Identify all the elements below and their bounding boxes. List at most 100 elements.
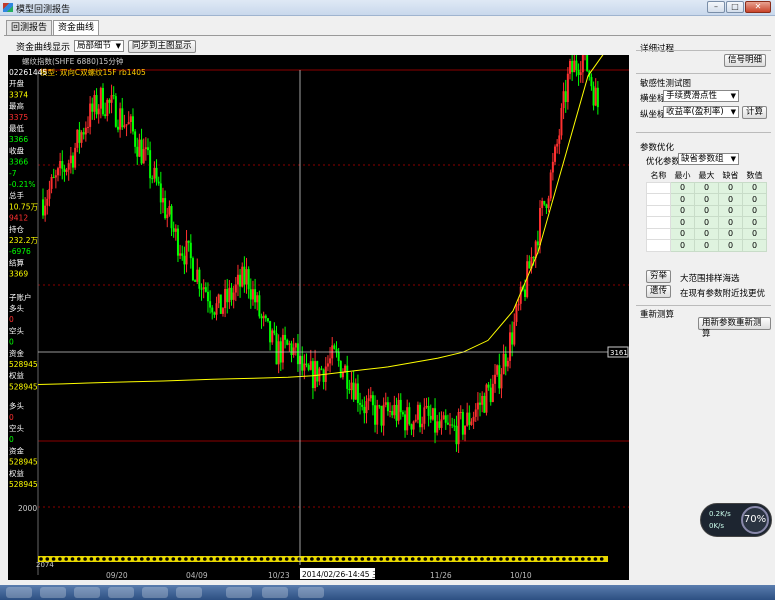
app-icon (3, 3, 13, 12)
candle-body (264, 315, 267, 319)
candle-body (320, 368, 323, 370)
table-cell[interactable] (646, 193, 671, 206)
table-cell[interactable]: 0 (718, 216, 743, 229)
genetic-button[interactable]: 遗传 (646, 285, 672, 298)
table-cell[interactable] (646, 181, 671, 194)
table-row[interactable]: 0000 (646, 216, 767, 229)
table-cell[interactable]: 0 (742, 227, 767, 240)
signal-marker (247, 557, 251, 561)
sync-to-main-chart-button[interactable]: 同步到主图显示 (128, 39, 196, 53)
table-cell[interactable]: 0 (718, 227, 743, 240)
table-header: 最小 (674, 171, 691, 181)
candle-body (404, 414, 407, 431)
signal-marker (455, 557, 459, 561)
signal-marker (360, 557, 365, 561)
taskbar-item[interactable] (176, 587, 202, 598)
table-cell[interactable]: 0 (742, 181, 767, 194)
candle-body (397, 399, 400, 421)
signal-detail-button[interactable]: 信号明细 (724, 54, 767, 67)
minimize-button[interactable]: – (707, 1, 725, 13)
table-row[interactable]: 0000 (646, 227, 767, 240)
table-cell[interactable]: 0 (694, 193, 719, 206)
optimize-param-select[interactable]: 缺省参数组 ▼ (678, 153, 739, 165)
info-panel-text: -6976 (9, 247, 31, 256)
table-cell[interactable] (646, 239, 671, 252)
xaxis-select[interactable]: 手续费滑点性 ▼ (663, 90, 739, 102)
x-tick-label: 10/10 (510, 571, 532, 580)
table-cell[interactable]: 0 (694, 204, 719, 217)
signal-marker (335, 557, 339, 561)
table-cell[interactable]: 0 (718, 239, 743, 252)
table-cell[interactable]: 0 (742, 216, 767, 229)
candle-body (176, 228, 179, 256)
maximize-button[interactable]: □ (726, 1, 744, 13)
table-row[interactable]: 0000 (646, 193, 767, 206)
signal-marker (581, 557, 585, 561)
table-cell[interactable]: 0 (694, 227, 719, 240)
equity-chart[interactable]: 螺纹指数(SHFE 6880)15分钟 模型: 双向C双螺纹15F rb1405 … (8, 55, 629, 580)
recalc-button[interactable]: 用新参数重新测算 (698, 317, 771, 339)
candle-body (131, 116, 134, 132)
signal-marker (215, 557, 220, 561)
candle-body (99, 87, 102, 109)
yaxis-select[interactable]: 收益率(盈利率) ▼ (663, 106, 739, 118)
candle-body (344, 365, 347, 373)
table-cell[interactable]: 0 (718, 204, 743, 217)
signal-marker (51, 557, 56, 561)
table-row[interactable]: 0000 (646, 181, 767, 194)
signal-marker (568, 557, 572, 561)
signal-marker (574, 557, 579, 561)
table-cell[interactable]: 0 (694, 181, 719, 194)
table-cell[interactable]: 0 (742, 239, 767, 252)
info-panel-text: 0 (9, 315, 14, 324)
candle-body (305, 363, 308, 366)
table-row[interactable]: 0000 (646, 239, 767, 252)
table-cell[interactable] (646, 216, 671, 229)
table-cell[interactable]: 0 (694, 216, 719, 229)
network-speed-widget[interactable]: 0.2K/s 0K/s 70% (700, 503, 772, 537)
candle-body (151, 178, 154, 180)
calculate-button[interactable]: 计算 (742, 106, 768, 119)
table-cell[interactable]: 0 (718, 193, 743, 206)
info-panel-text: 528945 (9, 458, 38, 467)
table-cell[interactable]: 0 (670, 204, 695, 217)
taskbar-item[interactable] (298, 587, 324, 598)
table-cell[interactable] (646, 204, 671, 217)
table-cell[interactable]: 0 (742, 193, 767, 206)
table-cell[interactable]: 0 (742, 204, 767, 217)
table-cell[interactable]: 0 (670, 216, 695, 229)
candle-body (196, 269, 199, 282)
taskbar-item[interactable] (142, 587, 168, 598)
taskbar-item[interactable] (262, 587, 288, 598)
table-cell[interactable]: 0 (670, 193, 695, 206)
candle-body (391, 411, 394, 416)
exhaustive-button[interactable]: 穷举 (646, 270, 672, 283)
table-cell[interactable]: 0 (670, 227, 695, 240)
candle-body (294, 343, 297, 348)
table-cell[interactable]: 0 (670, 181, 695, 194)
tab-equity-curve[interactable]: 资金曲线 (53, 20, 100, 36)
candle-body (206, 291, 209, 302)
table-cell[interactable]: 0 (694, 239, 719, 252)
candle-body (303, 363, 306, 371)
info-panel-text: 3374 (9, 90, 28, 99)
table-row[interactable]: 0000 (646, 204, 767, 217)
start-button[interactable] (6, 587, 32, 598)
taskbar-item[interactable] (226, 587, 252, 598)
candle-body (170, 206, 173, 229)
display-mode-select[interactable]: 局部细节 ▼ (74, 40, 125, 52)
table-cell[interactable]: 0 (718, 181, 743, 194)
signal-marker (524, 557, 528, 561)
taskbar-item[interactable] (40, 587, 66, 598)
candle-body (575, 60, 578, 70)
candle-body (236, 274, 239, 285)
taskbar-item[interactable] (108, 587, 134, 598)
table-cell[interactable] (646, 227, 671, 240)
candle-body (457, 412, 460, 445)
candle-body (359, 402, 362, 405)
taskbar-item[interactable] (74, 587, 100, 598)
tab-report[interactable]: 回测报告 (6, 20, 53, 35)
close-button[interactable]: ✕ (745, 1, 771, 13)
table-cell[interactable]: 0 (670, 239, 695, 252)
candle-body (431, 408, 434, 420)
